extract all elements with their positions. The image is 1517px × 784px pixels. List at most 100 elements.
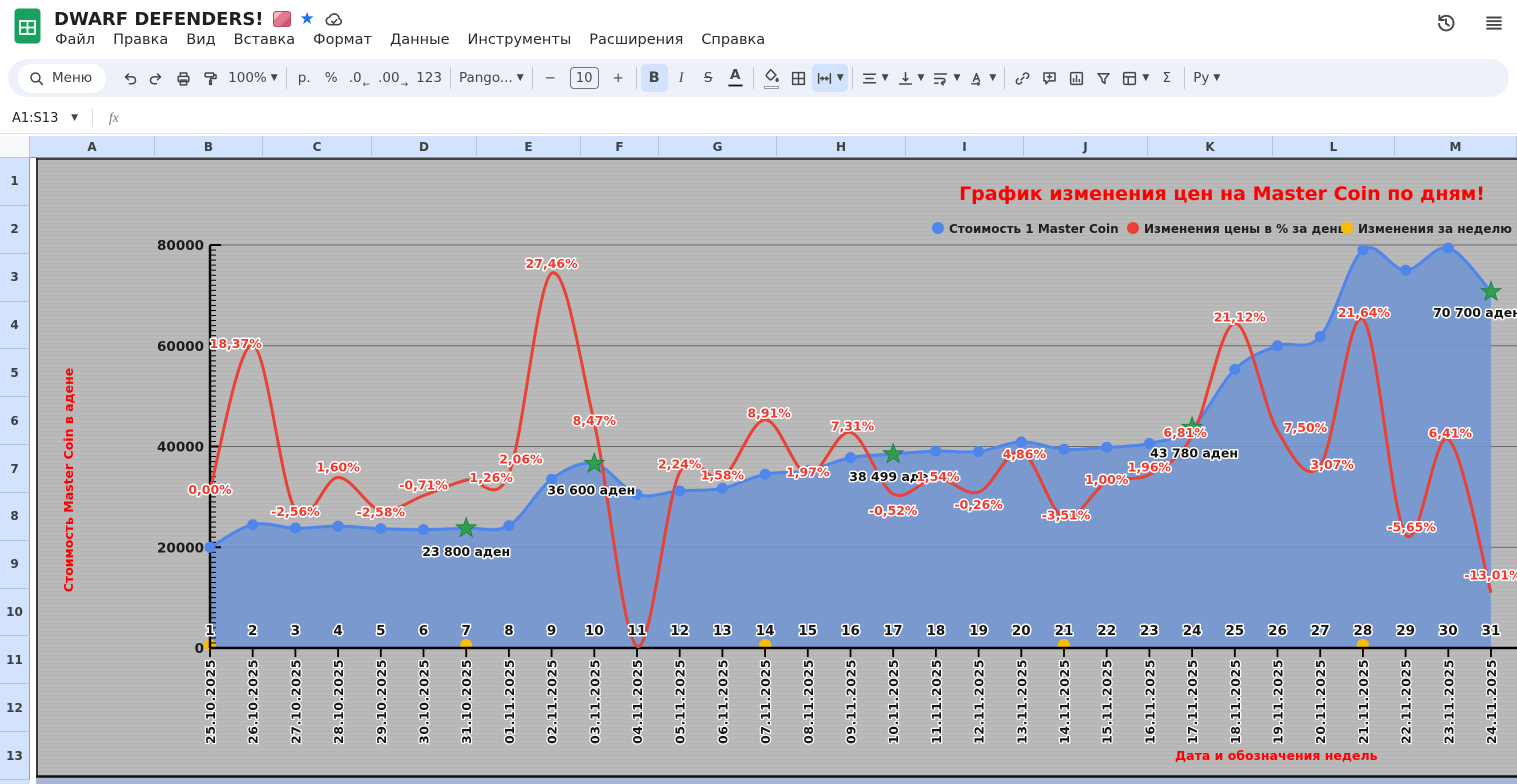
- text-color-button[interactable]: A: [722, 64, 749, 92]
- day-number-label: 29: [1396, 623, 1415, 639]
- price-annotation: 43 780 аден: [1150, 445, 1238, 460]
- date-label: 05.11.2025: [673, 659, 688, 744]
- text-wrap-button[interactable]: ▼: [928, 64, 964, 92]
- menu-формат[interactable]: Формат: [304, 29, 381, 51]
- date-label: 25.10.2025: [203, 659, 218, 744]
- insert-link-button[interactable]: [1009, 64, 1036, 92]
- menu-справка[interactable]: Справка: [692, 29, 774, 51]
- toolbar-divider: [450, 67, 451, 89]
- menu-search[interactable]: Меню: [18, 64, 106, 93]
- select-all-corner[interactable]: [0, 136, 30, 158]
- daily-change-label: -2,58%: [357, 504, 406, 519]
- bold-button[interactable]: B: [641, 64, 668, 92]
- row-header-2[interactable]: 2: [0, 206, 30, 254]
- row-header-4[interactable]: 4: [0, 302, 30, 350]
- name-box[interactable]: A1:S13 ▼: [0, 111, 86, 126]
- undo-button[interactable]: [116, 64, 143, 92]
- create-filter-button[interactable]: [1090, 64, 1117, 92]
- column-header-G[interactable]: G: [659, 136, 777, 158]
- currency-format-button[interactable]: р.: [291, 64, 318, 92]
- input-tools-button[interactable]: Ру▼: [1189, 64, 1224, 92]
- horizontal-align-button[interactable]: ▼: [857, 64, 893, 92]
- chart[interactable]: 23 800 аден36 600 аден38 499 аден43 780 …: [36, 158, 1517, 784]
- row-header-11[interactable]: 11: [0, 637, 30, 685]
- column-header-I[interactable]: I: [906, 136, 1024, 158]
- paint-format-button[interactable]: [197, 64, 224, 92]
- font-select[interactable]: Pango...▼: [455, 64, 528, 92]
- column-header-J[interactable]: J: [1024, 136, 1148, 158]
- zoom-select[interactable]: 100%▼: [224, 64, 282, 92]
- borders-button[interactable]: [785, 64, 812, 92]
- menu-вид[interactable]: Вид: [177, 29, 224, 51]
- decrease-decimal-button[interactable]: .0←: [345, 64, 374, 92]
- row-header-3[interactable]: 3: [0, 254, 30, 302]
- row-header-7[interactable]: 7: [0, 445, 30, 493]
- row-header-8[interactable]: 8: [0, 493, 30, 541]
- paint-roller-icon: [202, 70, 219, 87]
- column-header-D[interactable]: D: [372, 136, 477, 158]
- document-title[interactable]: DWARF DEFENDERS!: [54, 9, 264, 30]
- google-sheets-app: DWARF DEFENDERS! ★ ФайлПравкаВидВставкаФ…: [0, 0, 1517, 784]
- menu-данные[interactable]: Данные: [381, 29, 459, 51]
- menu-расширения[interactable]: Расширения: [580, 29, 692, 51]
- text-rotate-button[interactable]: ▼: [964, 64, 1000, 92]
- sheets-logo-icon[interactable]: [14, 8, 41, 44]
- increase-font-size-button[interactable]: +: [605, 64, 632, 92]
- version-history-icon[interactable]: [1435, 12, 1457, 34]
- vertical-align-button[interactable]: ▼: [893, 64, 929, 92]
- row-header-5[interactable]: 5: [0, 349, 30, 397]
- font-size-input[interactable]: 10: [564, 64, 605, 92]
- menu-правка[interactable]: Правка: [104, 29, 177, 51]
- daily-change-label: -0,52%: [869, 503, 918, 518]
- x-axis-title: Дата и обозначения недель: [1175, 748, 1378, 763]
- column-header-H[interactable]: H: [777, 136, 906, 158]
- row-header-9[interactable]: 9: [0, 541, 30, 589]
- date-label: 08.11.2025: [801, 659, 816, 744]
- row-header-1[interactable]: 1: [0, 158, 30, 206]
- column-header-C[interactable]: C: [263, 136, 372, 158]
- column-header-L[interactable]: L: [1273, 136, 1395, 158]
- chevron-down-icon: ▼: [71, 113, 78, 123]
- column-headers: ABCDEFGHIJKLM: [30, 136, 1517, 158]
- functions-button[interactable]: Σ: [1153, 64, 1180, 92]
- price-point: [760, 469, 771, 480]
- percent-format-button[interactable]: %: [318, 64, 345, 92]
- insert-chart-button[interactable]: [1063, 64, 1090, 92]
- merge-cells-button[interactable]: ▼: [812, 64, 848, 92]
- merge-icon: [816, 70, 833, 87]
- row-header-6[interactable]: 6: [0, 397, 30, 445]
- legend-swatch: [1341, 222, 1353, 234]
- price-point: [1400, 265, 1411, 276]
- menu-вставка[interactable]: Вставка: [225, 29, 304, 51]
- column-header-M[interactable]: M: [1395, 136, 1517, 158]
- table-button[interactable]: ▼: [1117, 64, 1153, 92]
- date-label: 04.11.2025: [630, 659, 645, 744]
- column-header-B[interactable]: B: [155, 136, 263, 158]
- column-header-A[interactable]: A: [30, 136, 155, 158]
- column-header-F[interactable]: F: [581, 136, 659, 158]
- cloud-check-icon[interactable]: [324, 9, 344, 29]
- row-header-13[interactable]: 13: [0, 732, 30, 780]
- column-header-K[interactable]: K: [1148, 136, 1273, 158]
- hide-menus-icon[interactable]: [1483, 12, 1505, 34]
- daily-change-label: 7,31%: [831, 418, 875, 433]
- increase-decimal-button[interactable]: .00→: [374, 64, 412, 92]
- price-annotation: 36 600 аден: [547, 483, 635, 498]
- fill-color-button[interactable]: [758, 64, 785, 92]
- more-formats-button[interactable]: 123: [412, 64, 446, 92]
- menu-файл[interactable]: Файл: [46, 29, 104, 51]
- redo-button[interactable]: [143, 64, 170, 92]
- row-header-10[interactable]: 10: [0, 589, 30, 637]
- price-point: [717, 483, 728, 494]
- row-header-12[interactable]: 12: [0, 684, 30, 732]
- daily-change-label: 18,37%: [210, 336, 263, 351]
- decrease-font-size-button[interactable]: −: [537, 64, 564, 92]
- y-axis-tick: 60000: [157, 339, 204, 355]
- strikethrough-button[interactable]: S: [695, 64, 722, 92]
- star-icon[interactable]: ★: [300, 11, 315, 28]
- column-header-E[interactable]: E: [477, 136, 581, 158]
- menu-инструменты[interactable]: Инструменты: [459, 29, 581, 51]
- italic-button[interactable]: I: [668, 64, 695, 92]
- print-button[interactable]: [170, 64, 197, 92]
- insert-comment-button[interactable]: [1036, 64, 1063, 92]
